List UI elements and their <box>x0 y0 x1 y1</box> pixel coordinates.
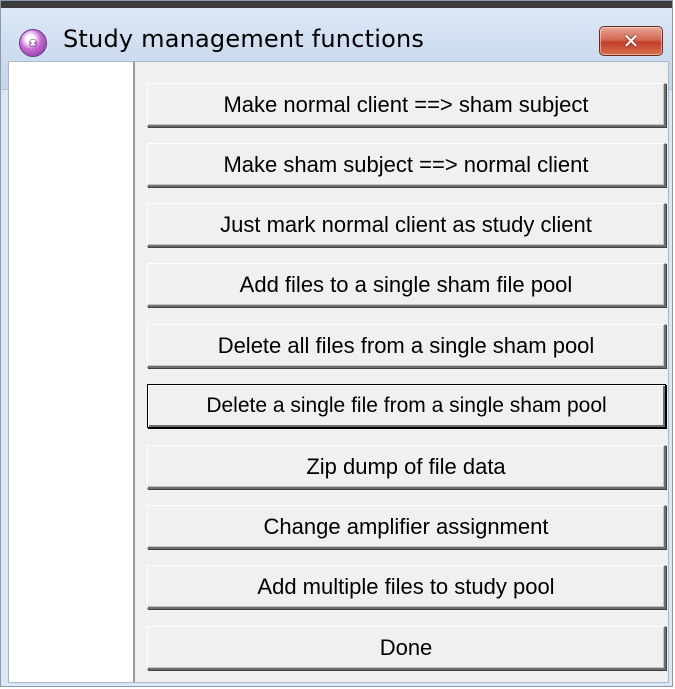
window-title: Study management functions <box>63 25 425 53</box>
add-files-sham-pool-button[interactable]: Add files to a single sham file pool <box>147 263 666 307</box>
dialog-window: ⚇ Study management functions ✕ Make norm… <box>0 0 673 687</box>
make-sham-to-normal-button[interactable]: Make sham subject ==> normal client <box>147 143 666 187</box>
delete-all-files-sham-pool-button[interactable]: Delete all files from a single sham pool <box>147 324 666 368</box>
done-button[interactable]: Done <box>147 626 666 670</box>
zip-dump-button[interactable]: Zip dump of file data <box>147 445 666 489</box>
mark-study-client-button[interactable]: Just mark normal client as study client <box>147 203 666 247</box>
app-icon[interactable]: ⚇ <box>19 29 47 57</box>
top-edge <box>1 1 672 8</box>
make-normal-to-sham-button[interactable]: Make normal client ==> sham subject <box>147 83 666 127</box>
dialog-client-area: Make normal client ==> sham subject Make… <box>8 61 669 683</box>
close-icon: ✕ <box>622 29 640 53</box>
close-button[interactable]: ✕ <box>599 26 663 56</box>
change-amplifier-button[interactable]: Change amplifier assignment <box>147 505 666 549</box>
left-panel <box>9 62 135 682</box>
add-multiple-files-study-pool-button[interactable]: Add multiple files to study pool <box>147 565 666 609</box>
delete-single-file-sham-pool-button[interactable]: Delete a single file from a single sham … <box>147 384 666 428</box>
